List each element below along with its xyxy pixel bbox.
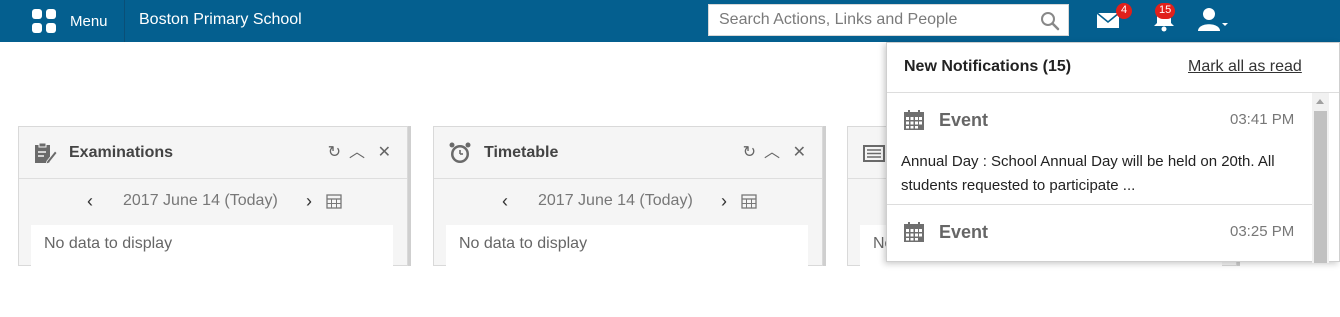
widget-body: No data to display — [31, 225, 393, 285]
date-navigator: ‹ 2017 June 14 (Today) › — [19, 191, 407, 215]
mail-count-badge: 4 — [1116, 3, 1132, 19]
notification-item[interactable]: Event 03:25 PM — [887, 205, 1312, 317]
clock-icon — [449, 142, 471, 163]
news-icon — [863, 145, 885, 162]
school-name[interactable]: Boston Primary School — [139, 11, 302, 29]
menu-grid-icon — [32, 9, 56, 33]
notification-time: 03:25 PM — [1230, 223, 1295, 240]
refresh-icon[interactable]: ↻ — [743, 145, 756, 161]
notification-item[interactable]: Event 03:41 PM Annual Day : School Annua… — [887, 93, 1312, 205]
notification-type: Event — [939, 222, 989, 242]
notifications-scrollbar[interactable] — [1312, 93, 1329, 263]
widget-header: Timetable ↻ ︿ ✕ — [434, 127, 822, 179]
search-icon[interactable] — [1040, 11, 1060, 31]
next-date-button[interactable]: › — [721, 191, 727, 212]
scroll-thumb[interactable] — [1314, 111, 1327, 263]
notification-type: Event — [939, 110, 989, 130]
collapse-icon[interactable]: ︿ — [764, 145, 780, 161]
notifications-header: New Notifications (15) Mark all as read — [887, 43, 1339, 93]
mark-all-read-link[interactable]: Mark all as read — [1188, 58, 1302, 76]
widget-title: Examinations — [69, 144, 174, 161]
calendar-icon — [904, 222, 924, 242]
calendar-icon[interactable] — [326, 193, 342, 209]
examinations-widget: Examinations ↻ ︿ ✕ ‹ 2017 June 14 (Today… — [18, 126, 408, 285]
current-date: 2017 June 14 (Today) — [538, 192, 693, 209]
top-navigation-bar: Menu Boston Primary School 4 15 — [0, 0, 1340, 42]
notification-list: Event 03:41 PM Annual Day : School Annua… — [887, 93, 1312, 317]
exam-icon — [35, 142, 57, 165]
refresh-icon[interactable]: ↻ — [328, 145, 341, 161]
calendar-icon — [904, 110, 924, 130]
search-box — [708, 4, 1069, 36]
scroll-up-arrow-icon[interactable] — [1316, 99, 1324, 104]
widget-body: No data to display — [446, 225, 808, 285]
date-navigator: ‹ 2017 June 14 (Today) › — [434, 191, 822, 215]
notifications-panel: New Notifications (15) Mark all as read … — [886, 42, 1340, 263]
notification-count-badge: 15 — [1155, 3, 1176, 19]
collapse-icon[interactable]: ︿ — [349, 145, 365, 161]
calendar-icon[interactable] — [741, 193, 757, 209]
previous-date-button[interactable]: ‹ — [502, 191, 508, 212]
notifications-title: New Notifications (15) — [904, 58, 1072, 75]
previous-date-button[interactable]: ‹ — [87, 191, 93, 212]
widget-header: Examinations ↻ ︿ ✕ — [19, 127, 407, 179]
notification-time: 03:41 PM — [1230, 111, 1295, 128]
widget-title: Timetable — [484, 144, 559, 161]
menu-button[interactable]: Menu — [18, 0, 125, 42]
timetable-widget: Timetable ↻ ︿ ✕ ‹ 2017 June 14 (Today) ›… — [433, 126, 823, 285]
next-date-button[interactable]: › — [306, 191, 312, 212]
current-date: 2017 June 14 (Today) — [123, 192, 278, 209]
user-icon[interactable] — [1198, 7, 1232, 33]
search-input[interactable] — [709, 6, 1029, 34]
menu-label: Menu — [70, 12, 108, 30]
close-icon[interactable]: ✕ — [378, 145, 391, 161]
close-icon[interactable]: ✕ — [793, 145, 806, 161]
notification-text: Annual Day : School Annual Day will be h… — [901, 153, 1275, 194]
